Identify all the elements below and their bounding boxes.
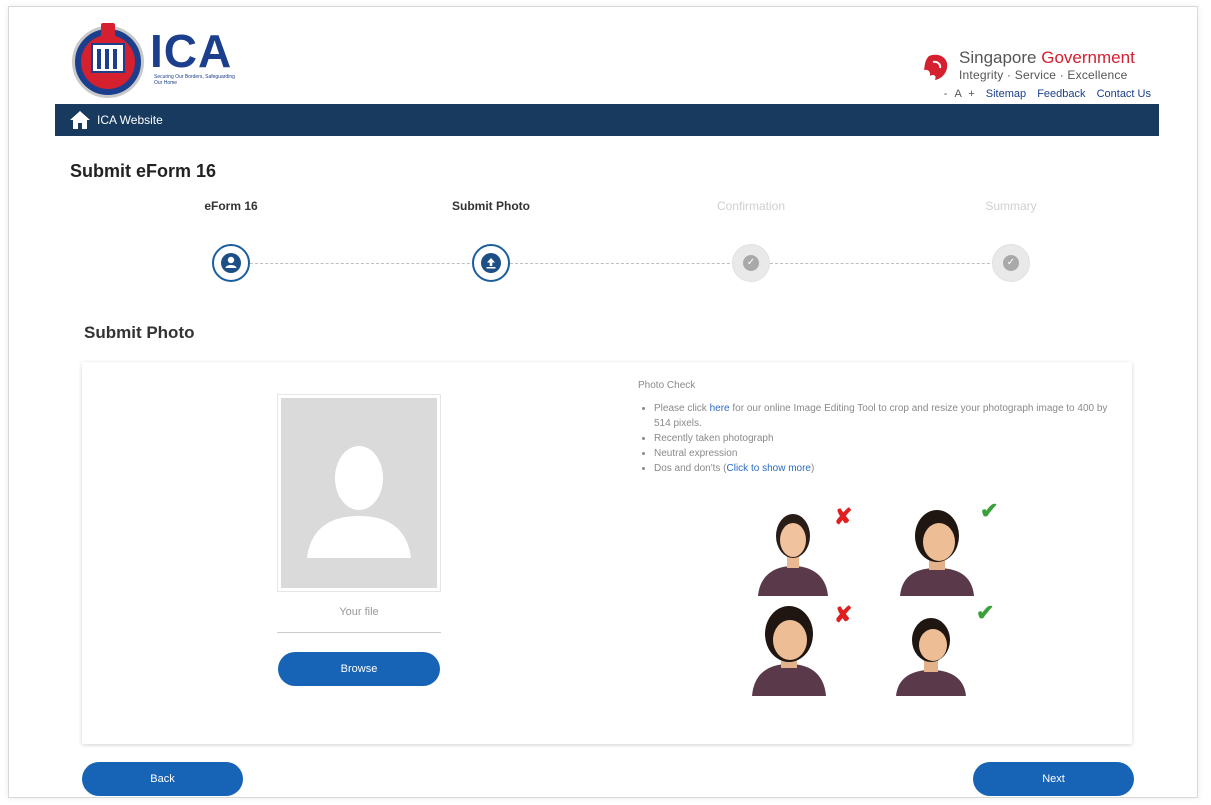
sample-photos: ✘ ✔ ✘ ✔ — [750, 498, 1010, 704]
back-button[interactable]: Back — [82, 762, 243, 796]
font-size-label: A — [954, 88, 962, 100]
check-icon: ✓ — [1003, 255, 1019, 271]
step-eform16: eForm 16 — [131, 196, 331, 282]
font-increase-button[interactable]: + — [968, 88, 974, 100]
sitemap-link[interactable]: Sitemap — [986, 88, 1026, 100]
person-icon — [221, 253, 241, 273]
photo-preview — [277, 394, 441, 592]
sample-photo-bad — [750, 604, 828, 696]
step-submit-photo: Submit Photo — [391, 196, 591, 282]
lion-head-icon — [924, 54, 948, 80]
upload-icon — [481, 253, 501, 273]
avatar-placeholder-icon — [281, 398, 437, 588]
check-mark-icon: ✔ — [980, 498, 999, 523]
photo-check-list: Please click here for our online Image E… — [638, 401, 1108, 476]
step-connector — [770, 263, 1010, 264]
next-button[interactable]: Next — [973, 762, 1134, 796]
step-label: eForm 16 — [204, 199, 258, 213]
top-navbar: ICA Website — [55, 104, 1159, 136]
cross-icon: ✘ — [834, 602, 853, 627]
progress-stepper: eForm 16 Submit Photo Confirmation ✓ Sum… — [130, 196, 1130, 286]
image-editing-tool-link[interactable]: here — [710, 403, 730, 414]
step-label: Submit Photo — [452, 199, 530, 213]
logo-text: ICA — [150, 25, 233, 77]
ica-website-link[interactable]: ICA Website — [97, 113, 163, 127]
sample-photo-good — [898, 504, 976, 596]
utility-links: - A + Sitemap Feedback Contact Us — [940, 88, 1151, 100]
photo-check-heading: Photo Check — [638, 380, 696, 391]
section-title: Submit Photo — [84, 323, 195, 342]
step-circle: ✓ — [732, 244, 770, 282]
contact-us-link[interactable]: Contact Us — [1097, 88, 1151, 100]
step-connector — [510, 263, 750, 264]
sample-photo-good — [892, 604, 970, 696]
step-circle — [212, 244, 250, 282]
font-decrease-button[interactable]: - — [944, 88, 948, 100]
photo-upload-card: Your file Browse Photo Check Please clic… — [82, 362, 1132, 744]
check-mark-icon: ✔ — [976, 600, 995, 625]
step-label: Summary — [985, 199, 1037, 213]
show-more-link[interactable]: Click to show more — [727, 463, 811, 474]
step-label: Confirmation — [716, 199, 786, 213]
step-circle — [472, 244, 510, 282]
step-confirmation: Confirmation ✓ — [651, 196, 851, 282]
cross-icon: ✘ — [834, 504, 853, 529]
photo-check: Photo Check Please click here for our on… — [638, 380, 1108, 476]
gov-values: Integrity · Service · Excellence — [959, 68, 1128, 82]
page-title: Submit eForm 16 — [70, 161, 217, 181]
list-item: Recently taken photograph — [654, 431, 1108, 446]
gov-title: Singapore Government — [959, 48, 1135, 67]
list-item: Please click here for our online Image E… — [654, 401, 1108, 431]
list-item: Neutral expression — [654, 446, 1108, 461]
check-icon: ✓ — [743, 255, 759, 271]
ica-seal-icon — [72, 23, 144, 98]
browse-button[interactable]: Browse — [278, 652, 440, 686]
sample-photo-bad — [754, 504, 832, 596]
file-input-underline — [277, 632, 441, 633]
feedback-link[interactable]: Feedback — [1037, 88, 1085, 100]
logo-tagline: Securing Our Borders, Safeguarding Our H… — [154, 74, 235, 86]
your-file-label: Your file — [339, 606, 379, 618]
ica-logo[interactable]: ICA Securing Our Borders, Safeguarding O… — [70, 18, 240, 98]
list-item: Dos and don'ts (Click to show more) — [654, 461, 1108, 476]
step-circle: ✓ — [992, 244, 1030, 282]
step-summary: Summary ✓ — [911, 196, 1111, 282]
home-icon[interactable] — [69, 110, 91, 130]
step-connector — [250, 263, 490, 264]
